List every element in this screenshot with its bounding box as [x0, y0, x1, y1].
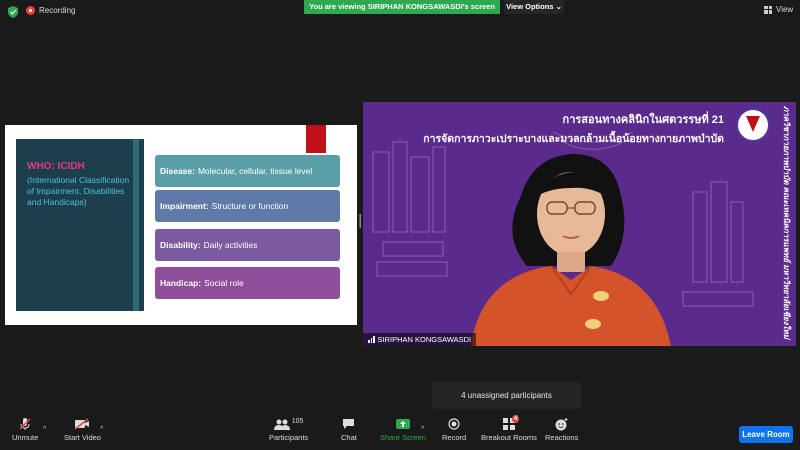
presenter-figure — [471, 154, 671, 346]
who-body: (International Classification of Impairm… — [27, 175, 130, 207]
chat-label: Chat — [341, 433, 357, 442]
shield-check-icon[interactable] — [8, 6, 18, 18]
disease-term: Disease: — [160, 166, 195, 176]
view-label: View — [776, 5, 794, 14]
start-video-label: Start Video — [64, 433, 101, 442]
participants-button[interactable]: 105 Participants — [269, 415, 309, 443]
disease-box: Disease: Molecular, cellular, tissue lev… — [155, 155, 340, 187]
start-video-button[interactable]: Start Video — [64, 415, 101, 442]
record-dot-icon — [26, 6, 35, 15]
view-options-label: View Options — [506, 2, 554, 11]
disability-box: Disability: Daily activities — [155, 229, 340, 261]
department-vertical-text: ภาควิชากายภาพบำบัด คณะเทคนิคการแพทย์ มหา… — [782, 106, 791, 339]
share-options-caret-icon[interactable]: ^ — [421, 426, 424, 433]
share-screen-icon — [395, 419, 410, 429]
microphone-muted-icon — [19, 418, 31, 430]
video-camera-off-icon — [75, 418, 90, 430]
who-block: WHO: ICIDH (International Classification… — [27, 161, 135, 208]
share-screen-label: Share Screen — [380, 433, 426, 442]
breakout-rooms-label: Breakout Rooms — [481, 433, 537, 442]
reactions-button[interactable]: Reactions — [545, 415, 578, 442]
audio-options-caret-icon[interactable]: ^ — [43, 426, 46, 433]
record-button[interactable]: Record — [442, 415, 466, 442]
handicap-box: Handicap: Social role — [155, 267, 340, 299]
disability-term: Disability: — [160, 240, 201, 250]
breakout-rooms-button[interactable]: 4 Breakout Rooms — [481, 415, 537, 442]
breakout-badge: 4 — [511, 415, 520, 423]
unassigned-participants-tooltip: 4 unassigned participants — [432, 382, 581, 409]
participants-icon — [273, 419, 290, 430]
signal-strength-icon — [368, 336, 375, 343]
video-options-caret-icon[interactable]: ^ — [100, 426, 103, 433]
shared-slide: WHO: ICIDH (International Classification… — [5, 125, 357, 325]
handicap-desc: Social role — [204, 278, 244, 288]
unmute-button[interactable]: Unmute — [12, 415, 38, 442]
participants-count: 105 — [291, 417, 304, 425]
top-bar: Recording You are viewing SIRIPHAN KONGS… — [0, 0, 800, 24]
chat-button[interactable]: Chat — [341, 415, 357, 442]
university-logo-icon — [736, 108, 770, 142]
unmute-label: Unmute — [12, 433, 39, 442]
recording-label: Recording — [39, 6, 76, 15]
slide-accent-bar — [306, 125, 326, 153]
speaker-video-tile[interactable]: การสอนทางคลินิกในศตวรรษที่ 21 การจัดการภ… — [363, 102, 796, 346]
reactions-smiley-icon — [555, 417, 568, 430]
handicap-term: Handicap: — [160, 278, 202, 288]
view-options-button[interactable]: View Options ⌄ — [504, 0, 564, 14]
impairment-term: Impairment: — [160, 201, 209, 211]
bottom-toolbar: Unmute ^ Start Video ^ 105 Participants — [0, 415, 800, 450]
impairment-desc: Structure or function — [211, 201, 289, 211]
participant-name: SIRIPHAN KONGSAWASDI — [377, 335, 472, 344]
record-icon — [448, 418, 460, 430]
view-button[interactable]: View — [764, 5, 793, 14]
recording-indicator[interactable]: Recording — [26, 6, 75, 15]
share-screen-button[interactable]: Share Screen — [380, 415, 426, 442]
course-title-line1: การสอนทางคลินิกในศตวรรษที่ 21 — [562, 114, 724, 126]
impairment-box: Impairment: Structure or function — [155, 190, 340, 222]
record-label: Record — [442, 433, 467, 442]
who-title: WHO: ICIDH — [27, 161, 85, 172]
grid-view-icon — [764, 5, 772, 14]
disability-desc: Daily activities — [203, 240, 258, 250]
disease-desc: Molecular, cellular, tissue level — [197, 166, 313, 176]
leave-room-button[interactable]: Leave Room — [739, 426, 793, 443]
participants-label: Participants — [269, 433, 309, 442]
viewing-screen-banner: You are viewing SIRIPHAN KONGSAWASDI's s… — [304, 0, 500, 14]
resize-handle[interactable] — [359, 214, 361, 228]
course-title-line2: การจัดการภาวะเปราะบางและมวลกล้ามเนื้อน้อ… — [423, 133, 724, 145]
chat-bubble-icon — [343, 419, 355, 429]
chevron-down-icon: ⌄ — [555, 2, 562, 11]
reactions-label: Reactions — [545, 433, 579, 442]
participant-name-tag: SIRIPHAN KONGSAWASDI — [363, 333, 477, 346]
